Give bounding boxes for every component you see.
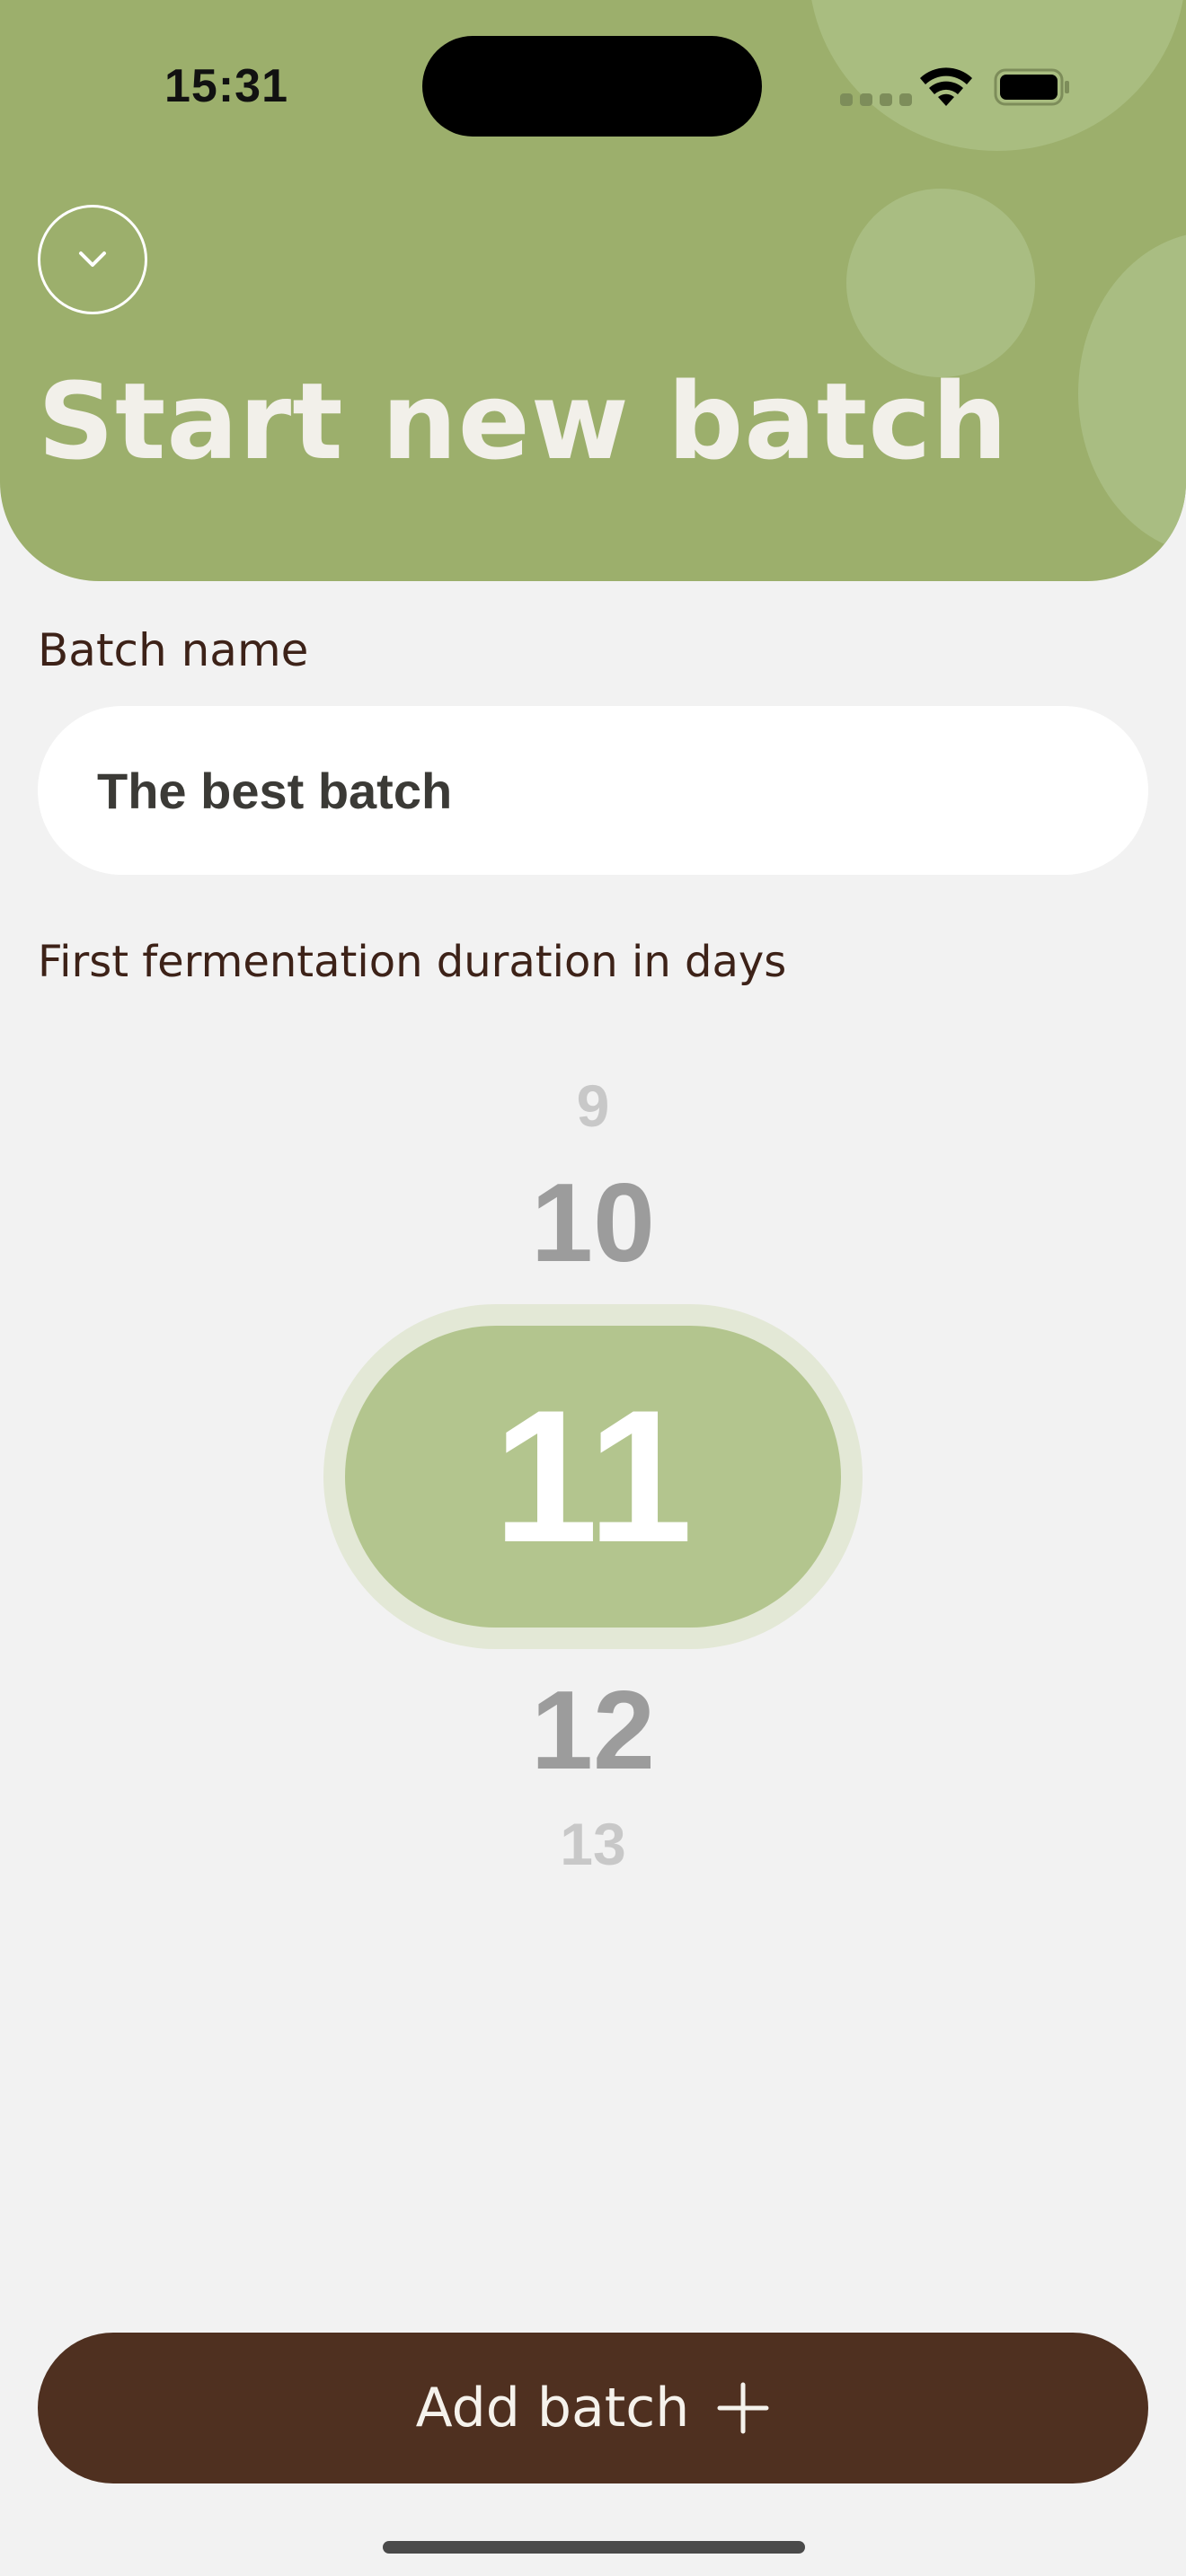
home-indicator[interactable] [383,2541,805,2554]
signal-icon [840,93,912,106]
batch-name-field[interactable] [38,706,1148,875]
decorative-bubble [846,189,1035,377]
batch-name-input[interactable] [95,760,1148,821]
duration-label: First fermentation duration in days [38,937,787,987]
wifi-icon [920,67,972,106]
battery-icon [994,68,1069,106]
page-title: Start new batch [38,359,1009,483]
picker-selected-value: 11 [493,1371,693,1582]
picker-option[interactable]: 10 [0,1168,1186,1279]
decorative-bubble [1078,232,1186,555]
add-batch-label: Add batch [415,2377,690,2439]
status-time: 15:31 [164,60,288,112]
picker-selected-option[interactable]: 11 [345,1326,841,1628]
dynamic-island [422,36,762,137]
picker-option[interactable]: 12 [0,1675,1186,1786]
batch-name-label: Batch name [38,624,309,676]
chevron-down-icon [79,251,106,267]
dismiss-button[interactable] [38,205,147,314]
picker-option[interactable]: 9 [0,1076,1186,1135]
plus-icon [717,2382,769,2434]
picker-option[interactable]: 13 [0,1814,1186,1874]
add-batch-button[interactable]: Add batch [38,2333,1148,2483]
